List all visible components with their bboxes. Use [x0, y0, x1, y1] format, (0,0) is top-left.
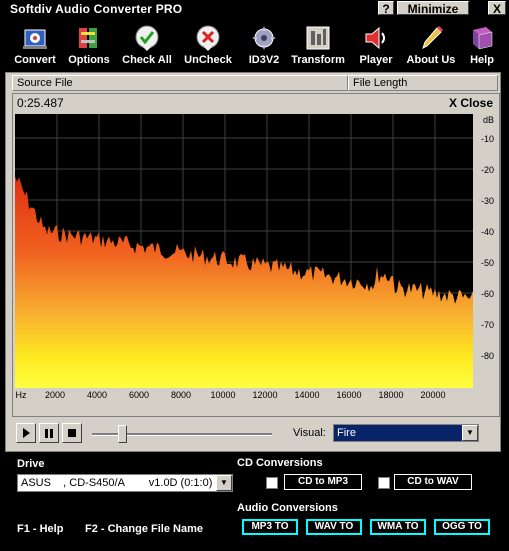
hz-tick-label: 2000: [44, 390, 66, 400]
hz-tick-label: 14000: [294, 390, 320, 400]
db-tick-label: -20: [480, 165, 494, 175]
check-all-button[interactable]: Check All: [118, 18, 176, 70]
ogg-to-button[interactable]: OGG TO: [434, 519, 490, 535]
check-all-label: Check All: [122, 54, 172, 66]
id3v2-label: ID3V2: [248, 54, 280, 66]
transform-button[interactable]: Transform: [288, 18, 348, 70]
player-label: Player: [359, 54, 393, 66]
options-icon: [79, 28, 97, 48]
speaker-icon: [365, 26, 385, 50]
about-us-label: About Us: [406, 54, 456, 66]
cd-to-mp3-button[interactable]: CD to MP3: [284, 474, 362, 490]
uncheck-label: UnCheck: [184, 54, 232, 66]
player-button[interactable]: Player: [352, 18, 400, 70]
pause-icon: [45, 429, 53, 438]
title-bar[interactable]: Softdiv Audio Converter PRO ? Minimize X: [0, 0, 509, 17]
bottom-panel: Drive ASUS , CD-S450/A v1.0D (0:1:0) ▼ C…: [0, 452, 509, 551]
pause-button[interactable]: [39, 423, 59, 443]
chevron-down-icon[interactable]: ▼: [462, 425, 478, 441]
hz-tick-label: 8000: [170, 390, 192, 400]
convert-button[interactable]: Convert: [10, 18, 60, 70]
cd-conversions-label: CD Conversions: [237, 457, 323, 469]
visual-label: Visual:: [293, 427, 326, 439]
help-button[interactable]: Help: [464, 18, 500, 70]
convert-icon: [23, 29, 47, 49]
hz-tick-label: 18000: [378, 390, 404, 400]
db-tick-label: -30: [480, 196, 494, 206]
position-slider-thumb[interactable]: [117, 425, 127, 443]
db-axis: dB -10 -20 -30 -40 -50 -60 -70 -80: [474, 114, 496, 388]
help-label: Help: [470, 54, 494, 66]
column-file-length[interactable]: File Length: [348, 75, 498, 91]
db-tick-label: -10: [480, 134, 494, 144]
options-label: Options: [68, 54, 110, 66]
visualizer-close-button[interactable]: X Close: [449, 96, 493, 110]
help-title-button[interactable]: ?: [378, 1, 394, 16]
db-tick-label: -70: [480, 320, 494, 330]
play-button[interactable]: [16, 423, 36, 443]
playback-time: 0:25.487: [17, 96, 64, 110]
hz-tick-label: 20000: [420, 390, 446, 400]
player-controls: Visual: Fire ▼: [12, 423, 498, 447]
about-icon: [422, 26, 443, 49]
wav-to-button[interactable]: WAV TO: [306, 519, 362, 535]
visualizer-window: 0:25.487 X Close dB -10 -20 -30 -40 -50 …: [12, 93, 500, 417]
chevron-down-icon[interactable]: ▼: [216, 475, 232, 491]
hz-tick-label: 12000: [252, 390, 278, 400]
hz-unit-label: Hz: [15, 390, 27, 400]
play-icon: [23, 428, 30, 438]
hotkey-f1: F1 - Help: [17, 523, 64, 535]
minimize-button[interactable]: Minimize: [397, 1, 469, 16]
close-button[interactable]: X: [488, 1, 506, 16]
file-list-header: Source File File Length: [12, 75, 498, 91]
db-tick-label: -60: [480, 289, 494, 299]
options-button[interactable]: Options: [64, 18, 114, 70]
drive-select-value: ASUS , CD-S450/A v1.0D (0:1:0): [21, 477, 213, 489]
audio-conversions-label: Audio Conversions: [237, 502, 338, 514]
app-window: Softdiv Audio Converter PRO ? Minimize X…: [0, 0, 509, 551]
uncheck-icon: [196, 25, 220, 51]
hz-tick-label: 10000: [210, 390, 236, 400]
visual-select[interactable]: Fire ▼: [333, 424, 479, 442]
wma-to-button[interactable]: WMA TO: [370, 519, 426, 535]
main-panel: Source File File Length 0:25.487 X Close: [5, 72, 501, 452]
hz-tick-label: 16000: [336, 390, 362, 400]
transform-label: Transform: [291, 54, 345, 66]
about-us-button[interactable]: About Us: [402, 18, 460, 70]
cd-to-wav-checkbox[interactable]: [378, 477, 390, 489]
window-title: Softdiv Audio Converter PRO: [10, 2, 183, 16]
db-tick-label: -40: [480, 227, 494, 237]
check-icon: [135, 25, 159, 51]
hotkey-f2: F2 - Change File Name: [85, 523, 203, 535]
drive-select[interactable]: ASUS , CD-S450/A v1.0D (0:1:0) ▼: [17, 474, 233, 492]
db-unit-label: dB: [482, 115, 494, 125]
hz-tick-label: 4000: [86, 390, 108, 400]
id3v2-icon: [252, 26, 276, 50]
db-tick-label: -50: [480, 258, 494, 268]
visual-select-value: Fire: [337, 427, 356, 439]
db-tick-label: -80: [480, 351, 494, 361]
toolbar: Convert Options Check All UnCheck ID3V2 …: [0, 18, 509, 70]
hz-tick-label: 6000: [128, 390, 150, 400]
spectrum-fill: [15, 176, 473, 388]
convert-label: Convert: [14, 54, 56, 66]
stop-button[interactable]: [62, 423, 82, 443]
cd-to-mp3-checkbox[interactable]: [266, 477, 278, 489]
uncheck-button[interactable]: UnCheck: [180, 18, 236, 70]
drive-label: Drive: [17, 458, 45, 470]
mp3-to-button[interactable]: MP3 TO: [242, 519, 298, 535]
spectrum-plot: [15, 114, 473, 388]
stop-icon: [68, 429, 76, 437]
column-source-file[interactable]: Source File: [12, 75, 348, 91]
id3v2-button[interactable]: ID3V2: [242, 18, 286, 70]
transform-icon: [306, 26, 330, 50]
help-book-icon: [473, 27, 493, 50]
cd-to-wav-button[interactable]: CD to WAV: [394, 474, 472, 490]
hz-axis: Hz 2000 4000 6000 8000 10000 12000 14000…: [15, 390, 475, 404]
